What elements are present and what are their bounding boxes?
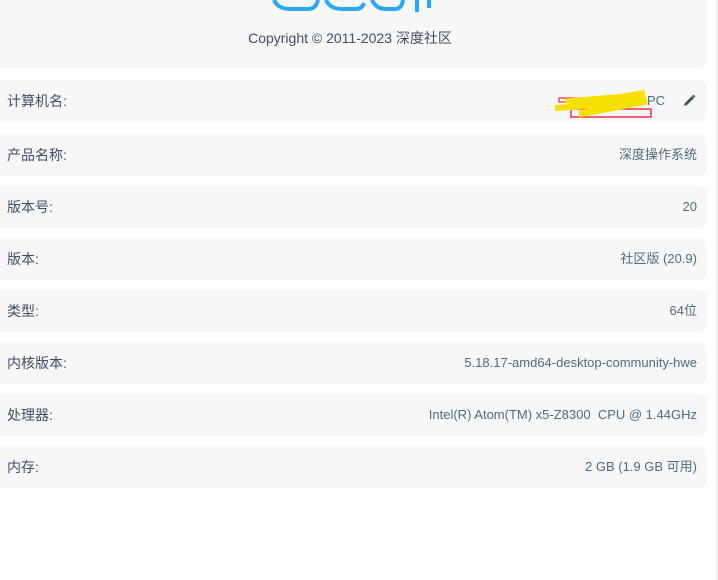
- row-kernel-version: 内核版本: 5.18.17-amd64-desktop-community-hw…: [0, 342, 707, 384]
- row-label: 内存:: [7, 459, 39, 475]
- row-product-name: 产品名称: 深度操作系统: [0, 134, 707, 176]
- row-value: 深度操作系统: [618, 147, 697, 162]
- row-value: 5.18.17-amd64-desktop-community-hwe: [464, 355, 697, 370]
- row-value: 64位: [669, 303, 697, 318]
- row-label: 版本号:: [7, 199, 53, 215]
- redaction-scribble: [554, 88, 655, 120]
- row-label: 版本:: [7, 251, 39, 267]
- pencil-icon[interactable]: [682, 94, 696, 108]
- row-value: 2 GB (1.9 GB 可用): [585, 459, 697, 474]
- row-edition: 版本: 社区版 (20.9): [0, 238, 707, 280]
- logo-card: Copyright © 2011-2023 深度社区: [0, 0, 707, 68]
- row-value: Intel(R) Atom(TM) x5-Z8300 CPU @ 1.44GHz: [428, 407, 697, 422]
- deepin-logo: [272, 0, 434, 12]
- row-memory: 内存: 2 GB (1.9 GB 可用): [0, 446, 707, 488]
- system-info-page: Copyright © 2011-2023 深度社区 计算机名: PC 产品名称…: [0, 0, 718, 580]
- row-label: 处理器:: [7, 407, 53, 423]
- copyright-text: Copyright © 2011-2023 深度社区: [248, 30, 452, 46]
- row-value: 社区版 (20.9): [620, 251, 697, 266]
- row-label: 产品名称:: [7, 147, 67, 163]
- row-version-number: 版本号: 20: [0, 186, 707, 228]
- row-value: 20: [682, 199, 697, 214]
- row-label: 内核版本:: [7, 355, 67, 371]
- row-label: 计算机名:: [7, 93, 67, 109]
- row-label: 类型:: [7, 303, 39, 319]
- row-processor: 处理器: Intel(R) Atom(TM) x5-Z8300 CPU @ 1.…: [0, 394, 707, 436]
- row-type: 类型: 64位: [0, 290, 707, 332]
